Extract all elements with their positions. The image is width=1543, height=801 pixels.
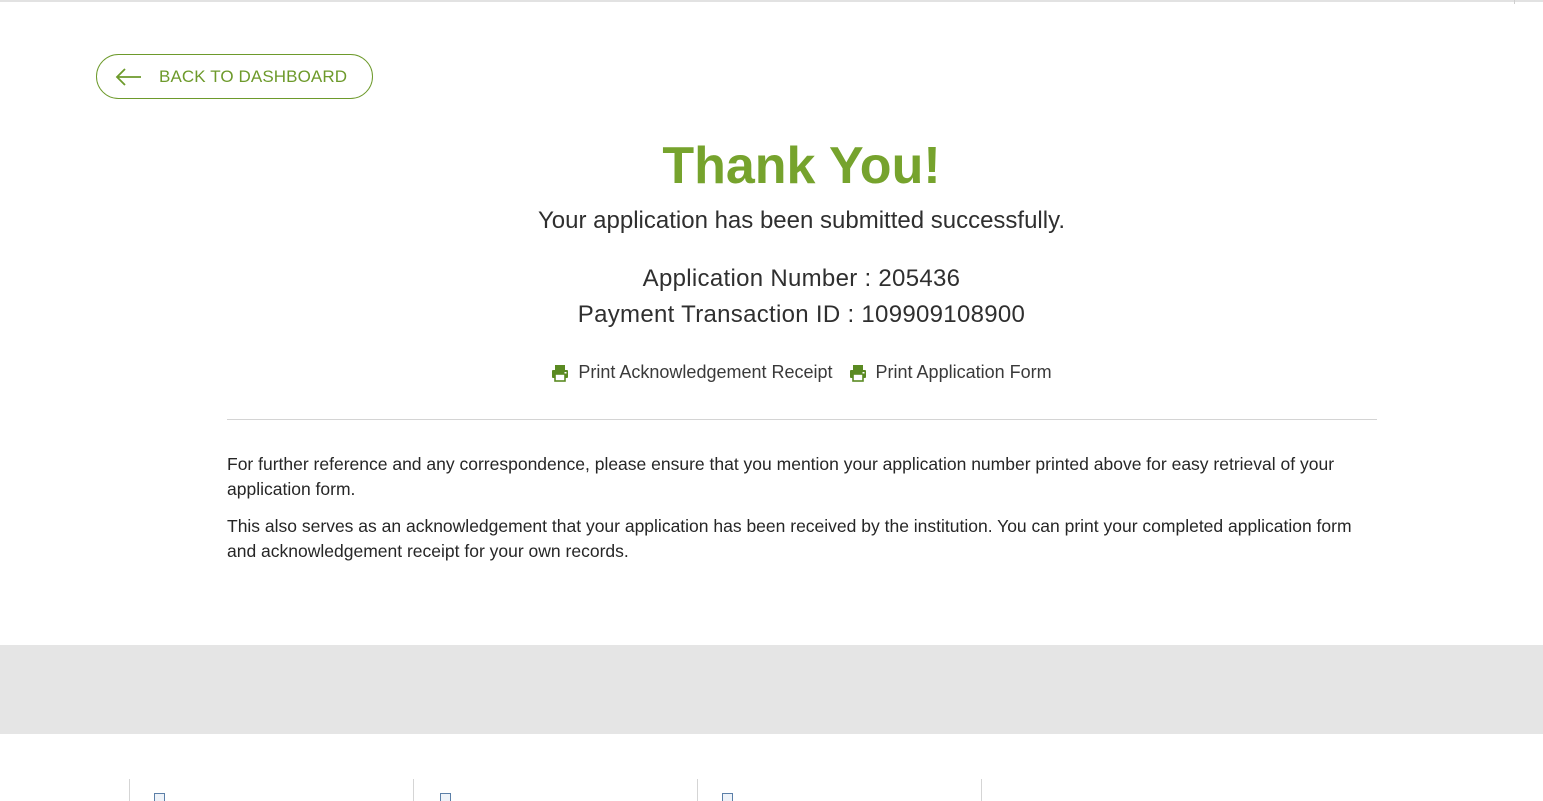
top-border-mark — [1514, 0, 1515, 4]
application-number: Application Number : 205436 — [642, 265, 961, 292]
back-to-dashboard-button[interactable]: BACK TO DASHBOARD — [96, 54, 373, 99]
print-acknowledgement-receipt-label: Print Acknowledgement Receipt — [578, 362, 833, 382]
arrow-left-icon — [115, 67, 141, 86]
thank-you-heading: Thank You! — [662, 137, 941, 195]
reference-info: For further reference and any correspond… — [227, 452, 1377, 576]
download-bar — [0, 779, 1543, 801]
file-icon — [154, 793, 165, 801]
download-item[interactable] — [698, 779, 982, 801]
print-acknowledgement-receipt-link[interactable]: Print Acknowledgement Receipt — [551, 362, 833, 383]
top-border — [0, 0, 1543, 2]
download-item[interactable] — [414, 779, 698, 801]
download-item[interactable] — [0, 779, 130, 801]
footer — [0, 645, 1543, 734]
section-divider — [227, 419, 1377, 420]
printer-icon — [552, 364, 569, 382]
reference-paragraph: For further reference and any correspond… — [227, 454, 1335, 499]
print-application-form-label: Print Application Form — [875, 362, 1052, 382]
print-application-form-link[interactable]: Print Application Form — [849, 362, 1052, 383]
print-actions: Print Acknowledgement Receipt Print Appl… — [0, 362, 1543, 383]
back-to-dashboard-label: BACK TO DASHBOARD — [159, 66, 348, 86]
printer-icon — [849, 364, 866, 382]
acknowledgement-paragraph: This also serves as an acknowledgement t… — [227, 516, 1352, 561]
submission-success-message: Your application has been submitted succ… — [538, 207, 1065, 234]
page: BACK TO DASHBOARD Thank You! Your applic… — [0, 0, 1543, 801]
file-icon — [722, 793, 733, 801]
file-icon — [440, 793, 451, 801]
download-item[interactable] — [130, 779, 414, 801]
payment-transaction-id: Payment Transaction ID : 109909108900 — [577, 301, 1026, 328]
